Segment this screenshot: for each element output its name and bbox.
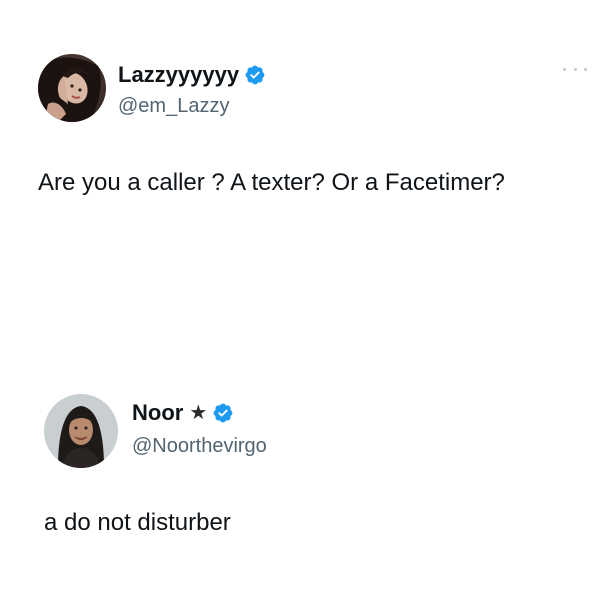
more-options-icon[interactable] (563, 64, 587, 74)
avatar[interactable] (44, 394, 118, 468)
star-icon: ★ (189, 402, 208, 424)
avatar-photo-icon (38, 54, 106, 122)
dot (563, 67, 566, 71)
avatar-photo-icon (44, 394, 118, 468)
dot (584, 67, 587, 71)
verified-badge-icon (212, 402, 234, 424)
handle[interactable]: @Noorthevirgo (132, 434, 267, 458)
display-name[interactable]: Lazzyyyyyy (118, 62, 239, 88)
tweet-text: a do not disturber (44, 509, 231, 536)
tweet-text: Are you a caller ? A texter? Or a Faceti… (38, 169, 505, 196)
verified-badge-icon (244, 64, 266, 86)
name-row: Lazzyyyyyy (118, 62, 266, 88)
dot (573, 67, 577, 71)
display-name[interactable]: Noor (132, 400, 183, 426)
avatar[interactable] (38, 54, 106, 122)
handle[interactable]: @em_Lazzy (118, 94, 229, 118)
name-row: Noor ★ (132, 400, 234, 426)
